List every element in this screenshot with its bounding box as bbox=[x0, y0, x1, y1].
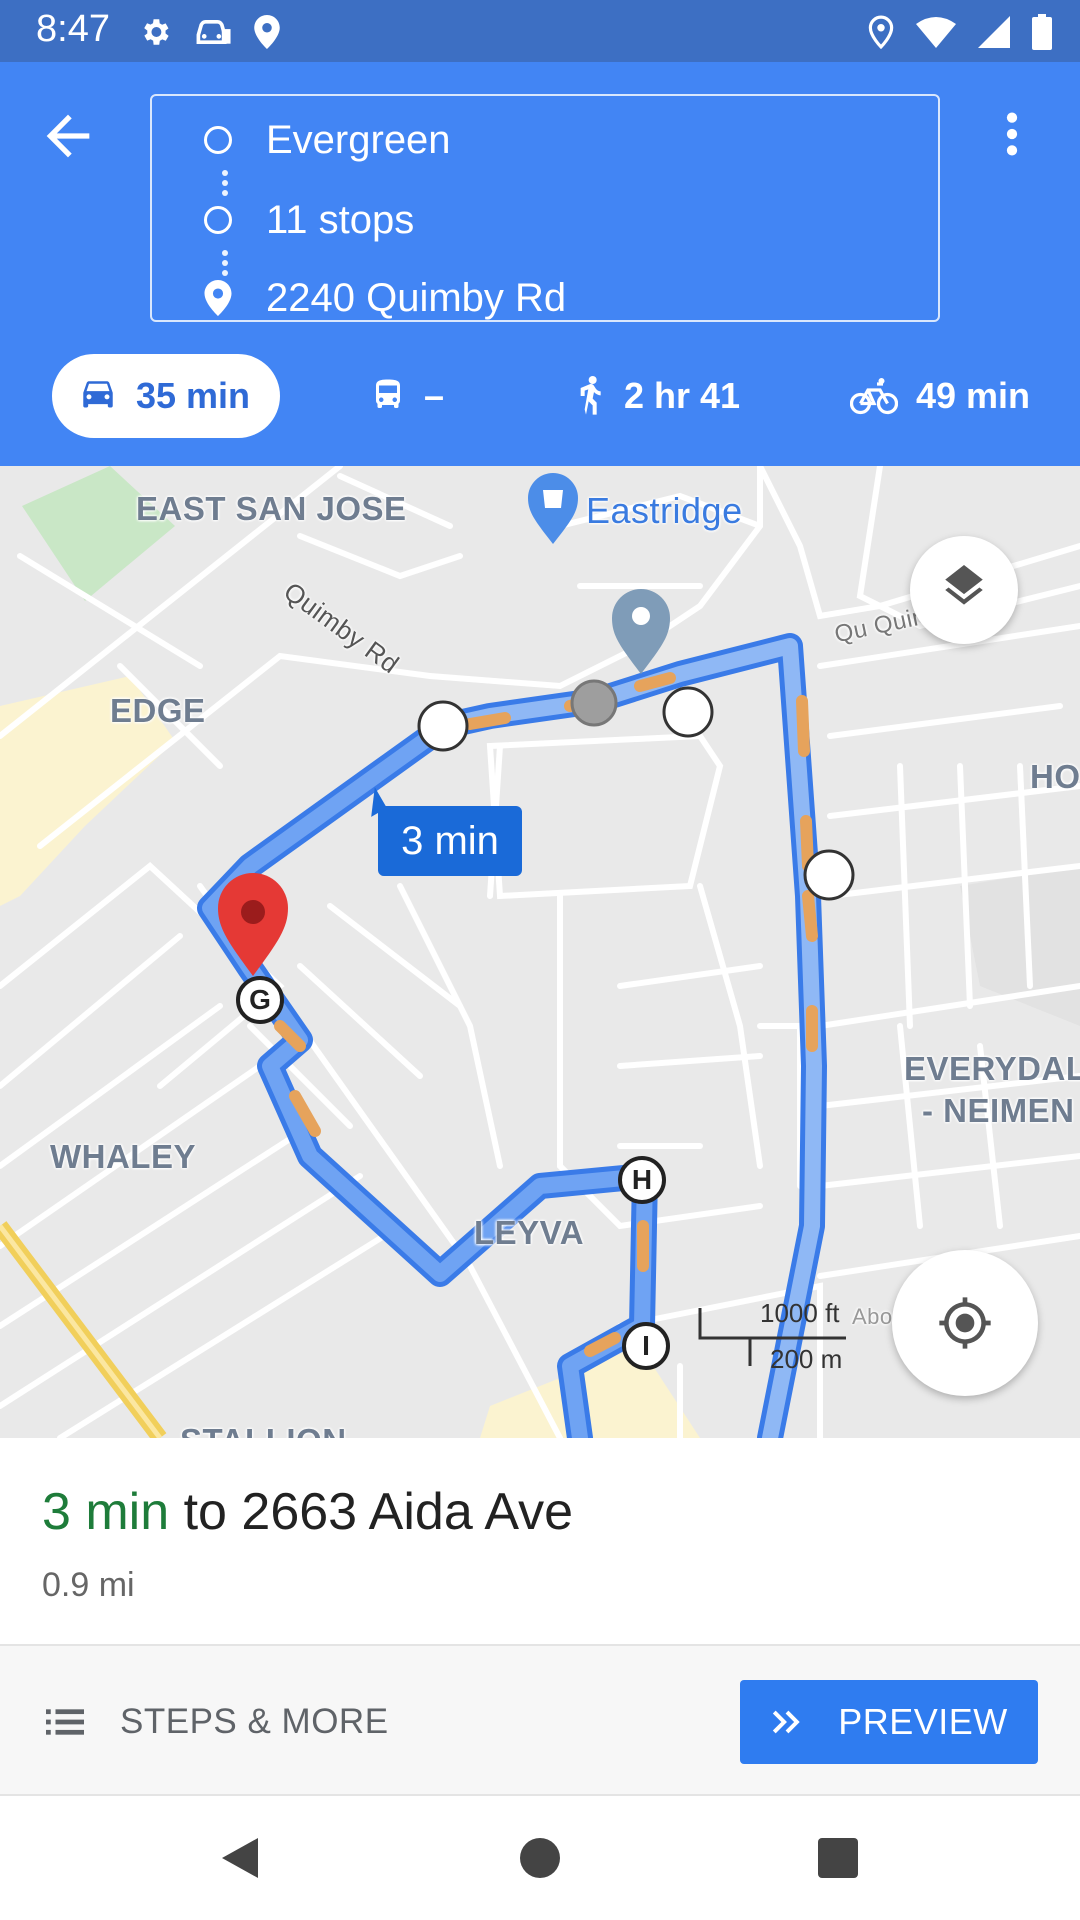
tab-bike[interactable]: 49 min bbox=[850, 354, 1030, 438]
list-icon bbox=[46, 1709, 84, 1735]
action-bar: STEPS & MORE PREVIEW bbox=[0, 1644, 1080, 1796]
map-label-leyva: LEYVA bbox=[474, 1214, 585, 1251]
map-label-eastridge: Eastridge bbox=[586, 490, 743, 531]
stops-text: 11 stops bbox=[266, 197, 415, 242]
my-location-button[interactable] bbox=[892, 1250, 1038, 1396]
map-label-neimen: - NEIMEN bbox=[922, 1092, 1075, 1129]
tab-transit-label: – bbox=[424, 375, 445, 416]
map-scale: 1000 ft 200 m bbox=[698, 1298, 848, 1388]
tab-drive-label: 35 min bbox=[136, 375, 251, 416]
tab-drive[interactable]: 35 min bbox=[52, 354, 280, 438]
layers-icon bbox=[945, 565, 983, 605]
map-label-abo: Abo bbox=[852, 1304, 893, 1329]
stop-marker-i[interactable]: I bbox=[622, 1322, 670, 1370]
arrow-back-icon bbox=[46, 114, 90, 158]
nav-back-icon bbox=[222, 1838, 258, 1878]
origin-row[interactable]: Evergreen bbox=[204, 110, 451, 170]
wifi-icon bbox=[916, 17, 956, 48]
nav-home-button[interactable] bbox=[510, 1828, 570, 1888]
tab-transit[interactable]: – bbox=[370, 354, 444, 438]
preview-button[interactable]: PREVIEW bbox=[740, 1680, 1038, 1764]
location-icon bbox=[868, 15, 894, 49]
bike-icon bbox=[850, 378, 898, 415]
eta-line: 3 min to 2663 Aida Ave bbox=[42, 1482, 573, 1542]
more-options-button[interactable] bbox=[984, 102, 1040, 166]
status-time: 8:47 bbox=[36, 8, 110, 50]
waypoint-marker[interactable] bbox=[417, 700, 469, 752]
route-details-card[interactable]: 3 min to 2663 Aida Ave 0.9 mi bbox=[0, 1438, 1080, 1644]
map-label-everydal: EVERYDAL bbox=[904, 1050, 1080, 1087]
waypoint-marker[interactable] bbox=[803, 849, 855, 901]
scale-metric: 200 m bbox=[770, 1344, 843, 1374]
route-time-chip[interactable]: 3 min bbox=[378, 806, 522, 876]
steps-and-more-button[interactable]: STEPS & MORE bbox=[46, 1688, 389, 1756]
waypoint-marker[interactable] bbox=[662, 686, 714, 738]
destination-text: 2240 Quimby Rd bbox=[266, 275, 567, 320]
map-view[interactable]: G H I EAST SAN JOSE Eastridge Quimby Rd … bbox=[0, 466, 1080, 1438]
stop-marker-h[interactable]: H bbox=[618, 1156, 666, 1204]
steps-label: STEPS & MORE bbox=[120, 1702, 389, 1741]
car-icon bbox=[196, 19, 231, 45]
back-button[interactable] bbox=[36, 104, 100, 168]
route-distance: 0.9 mi bbox=[42, 1566, 135, 1604]
map-label-ho: HO bbox=[1030, 758, 1080, 795]
walk-icon bbox=[580, 376, 601, 415]
nav-back-button[interactable] bbox=[210, 1828, 270, 1888]
stops-circle-icon bbox=[204, 206, 232, 234]
gear-icon bbox=[144, 19, 169, 45]
stop-marker-g[interactable]: G bbox=[236, 976, 284, 1024]
map-label-edge: EDGE bbox=[110, 692, 206, 729]
directions-header: Evergreen 11 stops 2240 Quimby Rd 35 min… bbox=[0, 62, 1080, 466]
system-nav-bar bbox=[0, 1796, 1080, 1920]
nav-home-icon bbox=[520, 1838, 560, 1878]
stops-row[interactable]: 11 stops bbox=[204, 190, 414, 250]
bus-icon bbox=[376, 379, 400, 408]
layers-button[interactable] bbox=[910, 536, 1018, 644]
destination-pin-icon bbox=[204, 280, 232, 316]
route-summary-box[interactable]: Evergreen 11 stops 2240 Quimby Rd bbox=[150, 94, 940, 322]
origin-text: Evergreen bbox=[266, 117, 451, 162]
car-icon bbox=[83, 381, 113, 408]
current-segment-marker bbox=[570, 679, 618, 727]
destination-row[interactable]: 2240 Quimby Rd bbox=[204, 268, 566, 328]
scale-imperial: 1000 ft bbox=[760, 1298, 840, 1328]
eta-destination: to 2663 Aida Ave bbox=[169, 1483, 573, 1541]
nav-recents-icon bbox=[818, 1838, 858, 1878]
origin-circle-icon bbox=[204, 126, 232, 154]
tab-walk-label: 2 hr 41 bbox=[624, 375, 741, 416]
signal-icon bbox=[978, 16, 1010, 48]
map-label-whaley: WHALEY bbox=[50, 1138, 196, 1175]
map-label-stallion: STALLION bbox=[180, 1422, 347, 1438]
preview-label: PREVIEW bbox=[838, 1701, 1008, 1742]
battery-icon bbox=[1032, 14, 1052, 50]
nav-recents-button[interactable] bbox=[808, 1828, 868, 1888]
tab-walk[interactable]: 2 hr 41 bbox=[574, 354, 740, 438]
travel-mode-tabs: 35 min – 2 hr 41 49 min bbox=[0, 354, 1080, 438]
my-location-icon bbox=[939, 1297, 991, 1349]
location-icon bbox=[254, 15, 280, 49]
double-chevron-right-icon bbox=[773, 1710, 800, 1734]
tab-bike-label: 49 min bbox=[916, 375, 1031, 416]
map-label-east-san-jose: EAST SAN JOSE bbox=[136, 490, 407, 527]
more-vert-icon bbox=[1006, 112, 1018, 156]
status-bar: 8:47 bbox=[0, 0, 1080, 62]
eta-time: 3 min bbox=[42, 1483, 170, 1541]
